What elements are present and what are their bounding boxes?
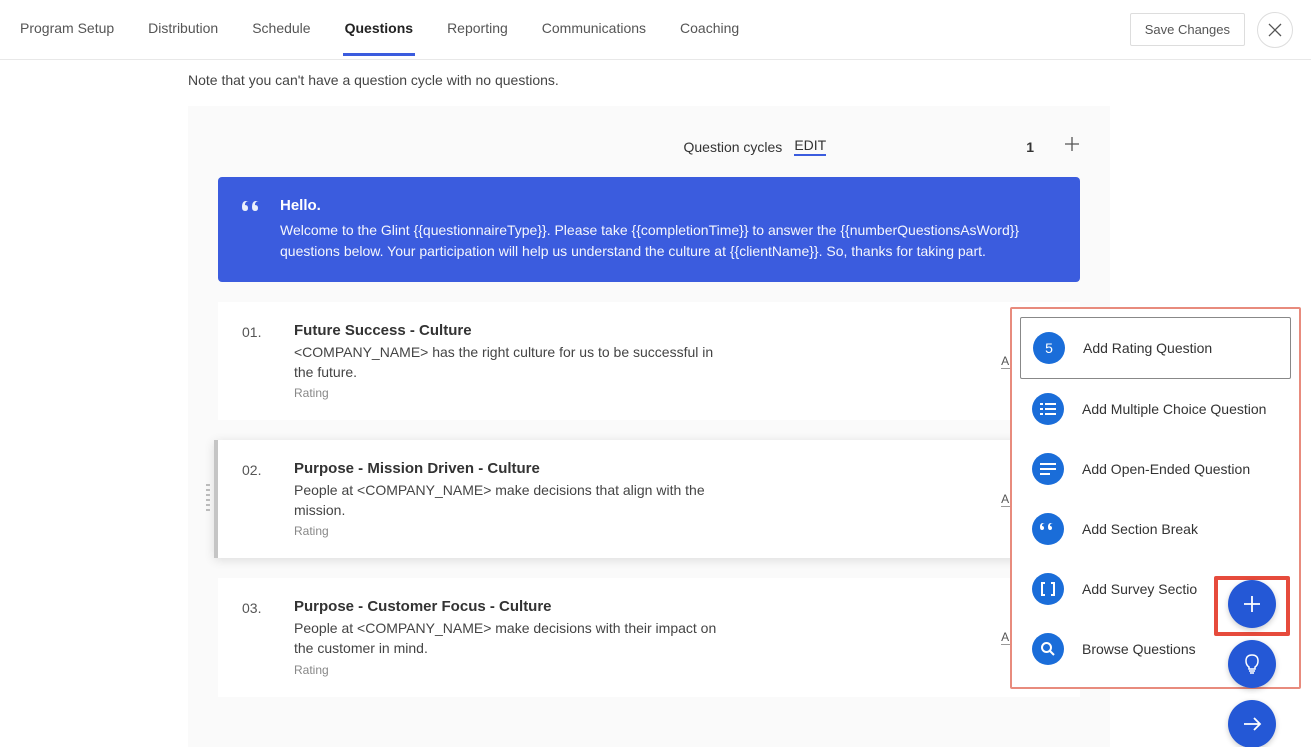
question-title: Purpose - Customer Focus - Culture <box>294 598 977 615</box>
tab-coaching[interactable]: Coaching <box>678 3 741 56</box>
popup-label: Add Rating Question <box>1083 340 1212 356</box>
popup-add-rating[interactable]: 5 Add Rating Question <box>1020 317 1291 379</box>
cycles-count: 1 <box>1026 139 1034 155</box>
intro-card[interactable]: Hello. Welcome to the Glint {{questionna… <box>218 177 1080 282</box>
quote-icon <box>242 201 262 262</box>
tab-program-setup[interactable]: Program Setup <box>18 3 116 56</box>
cycles-header: Question cycles EDIT 1 <box>218 136 1080 177</box>
popup-label: Add Survey Sectio <box>1082 581 1197 597</box>
question-type: Rating <box>294 386 977 400</box>
intro-title: Hello. <box>280 197 1056 214</box>
popup-add-section-break[interactable]: Add Section Break <box>1020 499 1291 559</box>
question-body: Purpose - Mission Driven - Culture Peopl… <box>294 460 977 538</box>
search-icon <box>1032 633 1064 665</box>
fab-container <box>1228 580 1276 747</box>
lightbulb-icon <box>1243 654 1261 674</box>
intro-body: Welcome to the Glint {{questionnaireType… <box>280 220 1056 262</box>
tab-schedule[interactable]: Schedule <box>250 3 312 56</box>
plus-icon <box>1064 136 1080 152</box>
popup-label: Add Section Break <box>1082 521 1198 537</box>
header-right: Save Changes <box>1130 12 1293 48</box>
question-body: Purpose - Customer Focus - Culture Peopl… <box>294 598 977 676</box>
tab-communications[interactable]: Communications <box>540 3 648 56</box>
tabs: Program Setup Distribution Schedule Ques… <box>18 3 741 56</box>
fab-hint[interactable] <box>1228 640 1276 688</box>
question-desc: People at <COMPANY_NAME> make decisions … <box>294 619 724 658</box>
question-title: Purpose - Mission Driven - Culture <box>294 460 977 477</box>
question-desc: <COMPANY_NAME> has the right culture for… <box>294 343 724 382</box>
cycles-edit-link[interactable]: EDIT <box>794 137 826 156</box>
popup-add-multiple-choice[interactable]: Add Multiple Choice Question <box>1020 379 1291 439</box>
close-icon <box>1268 23 1282 37</box>
quote-icon <box>1032 513 1064 545</box>
list-icon <box>1032 393 1064 425</box>
add-cycle-button[interactable] <box>1064 136 1080 157</box>
main-panel: Question cycles EDIT 1 Hello. Welcome to… <box>188 106 1110 747</box>
popup-label: Browse Questions <box>1082 641 1196 657</box>
close-button[interactable] <box>1257 12 1293 48</box>
header: Program Setup Distribution Schedule Ques… <box>0 0 1311 60</box>
cycles-left: Question cycles EDIT <box>683 137 826 156</box>
tab-reporting[interactable]: Reporting <box>445 3 510 56</box>
save-button[interactable]: Save Changes <box>1130 13 1245 46</box>
note-text: Note that you can't have a question cycl… <box>0 60 1311 106</box>
cycles-right: 1 <box>1026 136 1080 157</box>
cycles-label: Question cycles <box>683 139 782 155</box>
question-body: Future Success - Culture <COMPANY_NAME> … <box>294 322 977 400</box>
plus-icon <box>1242 594 1262 614</box>
brackets-icon <box>1032 573 1064 605</box>
popup-label: Add Open-Ended Question <box>1082 461 1250 477</box>
question-number: 01. <box>242 324 270 340</box>
question-title: Future Success - Culture <box>294 322 977 339</box>
lines-icon <box>1032 453 1064 485</box>
question-number: 02. <box>242 462 270 478</box>
tab-questions[interactable]: Questions <box>343 3 415 56</box>
question-type: Rating <box>294 663 977 677</box>
rating-icon: 5 <box>1033 332 1065 364</box>
intro-content: Hello. Welcome to the Glint {{questionna… <box>280 197 1056 262</box>
popup-label: Add Multiple Choice Question <box>1082 401 1266 417</box>
question-card-3[interactable]: 03. Purpose - Customer Focus - Culture P… <box>218 578 1080 696</box>
arrow-right-icon <box>1242 716 1262 732</box>
question-number: 03. <box>242 600 270 616</box>
question-card-1[interactable]: 01. Future Success - Culture <COMPANY_NA… <box>218 302 1080 420</box>
popup-add-open-ended[interactable]: Add Open-Ended Question <box>1020 439 1291 499</box>
fab-add[interactable] <box>1228 580 1276 628</box>
question-card-2[interactable]: 02. Purpose - Mission Driven - Culture P… <box>214 440 1080 558</box>
question-desc: People at <COMPANY_NAME> make decisions … <box>294 481 724 520</box>
tab-distribution[interactable]: Distribution <box>146 3 220 56</box>
question-type: Rating <box>294 524 977 538</box>
